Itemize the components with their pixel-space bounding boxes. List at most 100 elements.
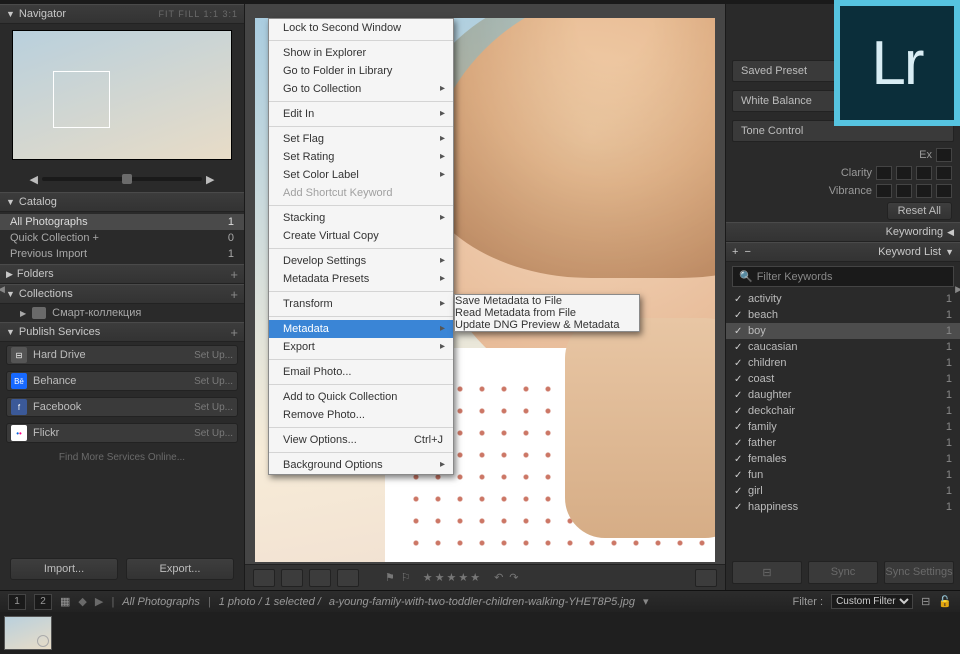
add-icon[interactable]: + [230, 325, 238, 340]
find-more-link[interactable]: Find More Services Online... [0, 446, 244, 469]
navigator-zoom-slider[interactable]: ◀ ▶ [0, 166, 244, 192]
export-button[interactable]: Export... [126, 558, 234, 580]
navigator-zoom-modes[interactable]: FIT FILL 1:1 3:1 [158, 9, 238, 19]
keyword-row[interactable]: ✓father1 [726, 435, 960, 451]
chevron-right-icon[interactable]: ▶ [206, 173, 214, 186]
menu-item[interactable]: Go to Collection [269, 80, 453, 98]
navigator-header[interactable]: ▼ Navigator FIT FILL 1:1 3:1 [0, 4, 244, 24]
publish-header[interactable]: ▼ Publish Services + [0, 322, 244, 342]
survey-view-icon[interactable] [337, 569, 359, 587]
menu-item[interactable]: Develop Settings [269, 252, 453, 270]
rotate-left-icon[interactable]: ↶ [494, 571, 503, 584]
keyword-row[interactable]: ✓fun1 [726, 467, 960, 483]
filmstrip-thumbnail[interactable] [4, 616, 52, 650]
setup-link[interactable]: Set Up... [194, 402, 233, 413]
publish-service-row[interactable]: ••FlickrSet Up... [6, 423, 238, 443]
rotate-right-icon[interactable]: ↷ [509, 571, 518, 584]
menu-item[interactable]: Email Photo... [269, 363, 453, 381]
menu-item[interactable]: Stacking [269, 209, 453, 227]
folders-header[interactable]: ▶ Folders + [0, 264, 244, 284]
filter-keywords-input[interactable]: 🔍 Filter Keywords [732, 266, 954, 287]
menu-item[interactable]: Edit In [269, 105, 453, 123]
publish-service-row[interactable]: ⊟Hard DriveSet Up... [6, 345, 238, 365]
toolbar-menu-icon[interactable] [695, 569, 717, 587]
catalog-header[interactable]: ▼ Catalog [0, 192, 244, 212]
remove-icon[interactable]: − [744, 246, 750, 258]
collection-item[interactable]: ▶ Смарт-коллекция [0, 304, 244, 322]
menu-item[interactable]: Go to Folder in Library [269, 62, 453, 80]
compare-view-icon[interactable] [309, 569, 331, 587]
menu-item[interactable]: Add to Quick Collection [269, 388, 453, 406]
publish-service-row[interactable]: BēBehanceSet Up... [6, 371, 238, 391]
menu-item[interactable]: Background Options [269, 456, 453, 474]
menu-item[interactable]: Transform [269, 295, 453, 313]
menu-item[interactable]: View Options...Ctrl+J [269, 431, 453, 449]
chevron-left-icon: ◀ [947, 227, 954, 238]
keyword-list: ✓activity1✓beach1✓boy1✓caucasian1✓childr… [726, 291, 960, 515]
page-2[interactable]: 2 [34, 594, 52, 610]
rating-stars[interactable]: ★★★★★ [423, 571, 482, 584]
keyword-row[interactable]: ✓daughter1 [726, 387, 960, 403]
collapse-left-icon[interactable]: ◀ [0, 284, 5, 295]
filter-lock-icon[interactable]: 🔓 [938, 595, 952, 608]
reset-all-button[interactable]: Reset All [887, 202, 952, 220]
filmstrip[interactable] [0, 612, 960, 654]
keywording-header[interactable]: Keywording ◀ [726, 222, 960, 242]
menu-item[interactable]: Create Virtual Copy [269, 227, 453, 245]
loupe-view-icon[interactable] [281, 569, 303, 587]
grid-icon[interactable]: ▦ [60, 595, 70, 608]
menu-item[interactable]: Save Metadata to File [455, 295, 639, 307]
add-icon[interactable]: + [230, 287, 238, 302]
catalog-row[interactable]: Previous Import1 [0, 246, 244, 262]
keyword-row[interactable]: ✓boy1 [726, 323, 960, 339]
keyword-row[interactable]: ✓beach1 [726, 307, 960, 323]
filter-options-icon[interactable]: ⊟ [921, 595, 930, 608]
prev-icon[interactable]: ◆ [78, 595, 86, 608]
menu-item[interactable]: Lock to Second Window [269, 19, 453, 37]
filter-select[interactable]: Custom Filter [831, 594, 913, 609]
catalog-row[interactable]: Quick Collection +0 [0, 230, 244, 246]
setup-link[interactable]: Set Up... [194, 428, 233, 439]
grid-view-icon[interactable] [253, 569, 275, 587]
menu-item[interactable]: Read Metadata from File [455, 307, 639, 319]
sync-settings-button[interactable]: Sync Settings [884, 561, 954, 584]
sync-toggle-icon[interactable]: ⊟ [732, 561, 802, 584]
menu-item[interactable]: Set Color Label [269, 166, 453, 184]
menu-item[interactable]: Metadata [269, 320, 453, 338]
breadcrumb-filename[interactable]: a-young-family-with-two-toddler-children… [329, 596, 635, 608]
collections-header[interactable]: ▼ Collections + [0, 284, 244, 304]
page-1[interactable]: 1 [8, 594, 26, 610]
keyword-row[interactable]: ✓activity1 [726, 291, 960, 307]
menu-item[interactable]: Remove Photo... [269, 406, 453, 424]
catalog-row[interactable]: All Photographs1 [0, 214, 244, 230]
keyword-row[interactable]: ✓children1 [726, 355, 960, 371]
setup-link[interactable]: Set Up... [194, 350, 233, 361]
flag-reject-icon[interactable]: ⚐ [401, 571, 411, 584]
publish-service-row[interactable]: fFacebookSet Up... [6, 397, 238, 417]
keyword-row[interactable]: ✓happiness1 [726, 499, 960, 515]
chevron-left-icon[interactable]: ◀ [30, 173, 38, 186]
keyword-row[interactable]: ✓females1 [726, 451, 960, 467]
keyword-row[interactable]: ✓family1 [726, 419, 960, 435]
chevron-down-icon: ▼ [6, 327, 15, 337]
menu-item[interactable]: Set Flag [269, 130, 453, 148]
setup-link[interactable]: Set Up... [194, 376, 233, 387]
menu-item[interactable]: Set Rating [269, 148, 453, 166]
sync-button[interactable]: Sync [808, 561, 878, 584]
add-icon[interactable]: + [230, 267, 238, 282]
keyword-row[interactable]: ✓deckchair1 [726, 403, 960, 419]
next-icon[interactable]: ▶ [95, 595, 103, 608]
keyword-row[interactable]: ✓girl1 [726, 483, 960, 499]
flag-icon[interactable]: ⚑ [385, 571, 395, 584]
menu-item[interactable]: Export [269, 338, 453, 356]
add-icon[interactable]: + [732, 246, 738, 258]
import-button[interactable]: Import... [10, 558, 118, 580]
menu-item[interactable]: Metadata Presets [269, 270, 453, 288]
collapse-right-icon[interactable]: ▶ [955, 284, 960, 295]
keyword-row[interactable]: ✓coast1 [726, 371, 960, 387]
navigator-thumbnail[interactable] [12, 30, 232, 160]
menu-item[interactable]: Show in Explorer [269, 44, 453, 62]
breadcrumb-source[interactable]: All Photographs [122, 596, 200, 608]
keyword-list-header[interactable]: +− Keyword List ▼ [726, 242, 960, 262]
keyword-row[interactable]: ✓caucasian1 [726, 339, 960, 355]
